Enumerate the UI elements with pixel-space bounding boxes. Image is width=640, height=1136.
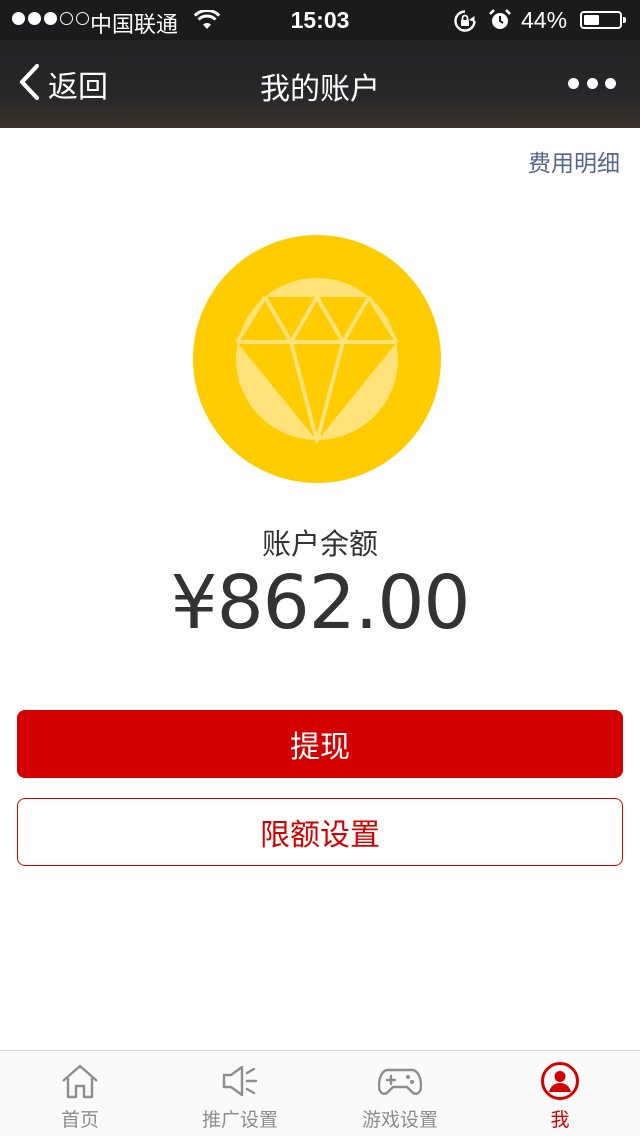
- gamepad-icon: [378, 1061, 422, 1101]
- tab-bar: 首页 推广设置 游戏设置 我: [0, 1050, 640, 1136]
- home-icon: [60, 1061, 100, 1101]
- status-bar: 中国联通 15:03 44%: [0, 0, 640, 40]
- battery-icon: [580, 11, 626, 29]
- tab-game-settings[interactable]: 游戏设置: [320, 1051, 480, 1136]
- tab-me[interactable]: 我: [480, 1051, 640, 1136]
- balance-label: 账户余额: [261, 527, 378, 561]
- tab-game-label: 游戏设置: [361, 1109, 438, 1131]
- user-icon: [540, 1061, 580, 1101]
- app-screen: 中国联通 15:03 44% 返回 我的账户 费用明细 账户余额 ¥862.00…: [0, 0, 640, 1136]
- battery-percentage: 44%: [521, 7, 568, 33]
- diamond-coin-icon: [193, 235, 441, 483]
- tab-promotion-settings[interactable]: 推广设置: [160, 1051, 320, 1136]
- tab-home-label: 首页: [60, 1109, 99, 1131]
- balance-amount: ¥862.00: [170, 560, 470, 646]
- rotation-lock-icon: [453, 9, 477, 39]
- page-title: 我的账户: [260, 72, 380, 107]
- fee-detail-link[interactable]: 费用明细: [528, 144, 620, 178]
- tab-home[interactable]: 首页: [0, 1051, 160, 1136]
- alarm-icon: [488, 8, 512, 38]
- navigation-bar: 返回 我的账户: [0, 40, 640, 128]
- limit-settings-button[interactable]: 限额设置: [17, 798, 623, 866]
- tab-me-label: 我: [550, 1109, 570, 1131]
- megaphone-icon: [220, 1061, 260, 1101]
- tab-promotion-label: 推广设置: [201, 1109, 278, 1131]
- more-dots-icon[interactable]: [568, 68, 616, 98]
- withdraw-button[interactable]: 提现: [17, 710, 623, 778]
